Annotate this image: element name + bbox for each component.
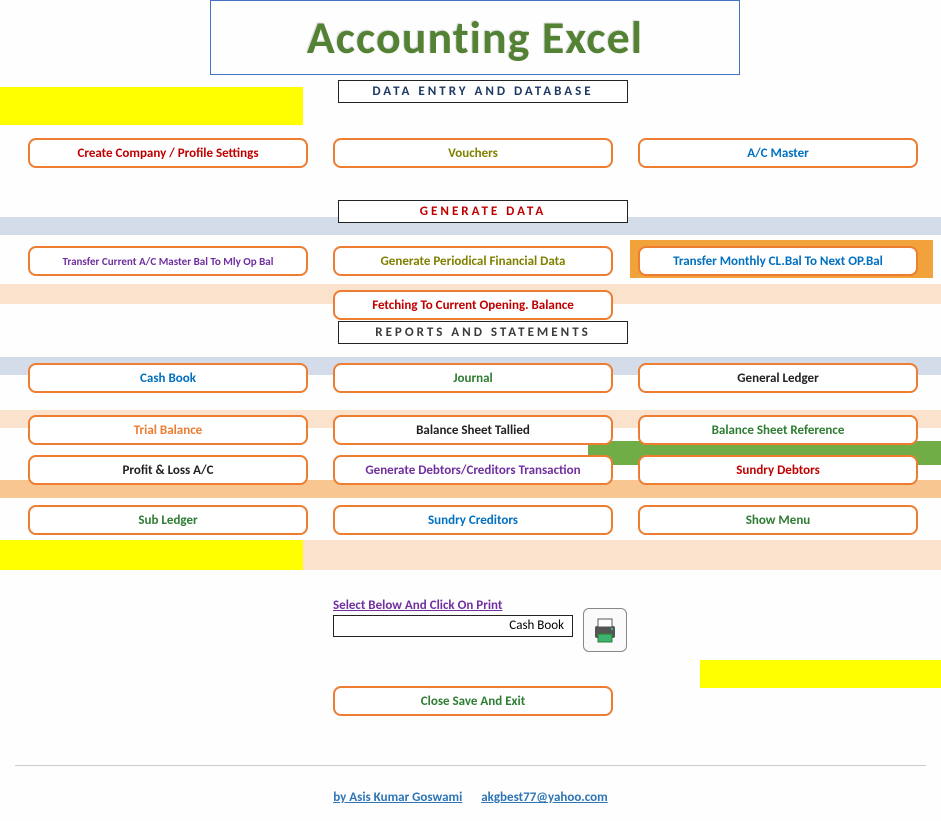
section-reports: REPORTS AND STATEMENTS (338, 321, 628, 344)
bg-stripe (303, 540, 941, 570)
transfer-monthly-button[interactable]: Transfer Monthly CL.Bal To Next OP.Bal (638, 246, 918, 276)
app-title-box: Accounting Excel (210, 0, 740, 75)
journal-button[interactable]: Journal (333, 363, 613, 393)
create-company-button[interactable]: Create Company / Profile Settings (28, 138, 308, 168)
section-generate: GENERATE DATA (338, 200, 628, 223)
debtors-creditors-button[interactable]: Generate Debtors/Creditors Transaction (333, 455, 613, 485)
bg-stripe (0, 540, 303, 570)
sundry-debtors-button[interactable]: Sundry Debtors (638, 455, 918, 485)
profit-loss-button[interactable]: Profit & Loss A/C (28, 455, 308, 485)
email-link[interactable]: akgbest77@yahoo.com (481, 790, 608, 805)
show-menu-button[interactable]: Show Menu (638, 505, 918, 535)
print-area: Select Below And Click On Print Cash Boo… (333, 598, 613, 637)
bg-stripe (0, 87, 303, 125)
general-ledger-button[interactable]: General Ledger (638, 363, 918, 393)
footer: by Asis Kumar Goswami akgbest77@yahoo.co… (0, 790, 941, 805)
sundry-creditors-button[interactable]: Sundry Creditors (333, 505, 613, 535)
printer-icon[interactable] (583, 608, 627, 652)
close-save-exit-button[interactable]: Close Save And Exit (333, 686, 613, 716)
transfer-mly-button[interactable]: Transfer Current A/C Master Bal To Mly O… (28, 246, 308, 276)
sub-ledger-button[interactable]: Sub Ledger (28, 505, 308, 535)
divider (15, 765, 926, 766)
fetching-button[interactable]: Fetching To Current Opening. Balance (333, 290, 613, 320)
printer-icon-svg (589, 614, 621, 646)
trial-balance-button[interactable]: Trial Balance (28, 415, 308, 445)
ac-master-button[interactable]: A/C Master (638, 138, 918, 168)
print-select[interactable]: Cash Book (333, 615, 573, 637)
print-label: Select Below And Click On Print (333, 598, 613, 613)
bg-stripe (700, 660, 941, 688)
author-link[interactable]: by Asis Kumar Goswami (333, 790, 462, 805)
balance-sheet-tallied-button[interactable]: Balance Sheet Tallied (333, 415, 613, 445)
generate-periodical-button[interactable]: Generate Periodical Financial Data (333, 246, 613, 276)
vouchers-button[interactable]: Vouchers (333, 138, 613, 168)
section-data-entry: DATA ENTRY AND DATABASE (338, 80, 628, 103)
cash-book-button[interactable]: Cash Book (28, 363, 308, 393)
balance-sheet-ref-button[interactable]: Balance Sheet Reference (638, 415, 918, 445)
app-title: Accounting Excel (307, 10, 643, 66)
